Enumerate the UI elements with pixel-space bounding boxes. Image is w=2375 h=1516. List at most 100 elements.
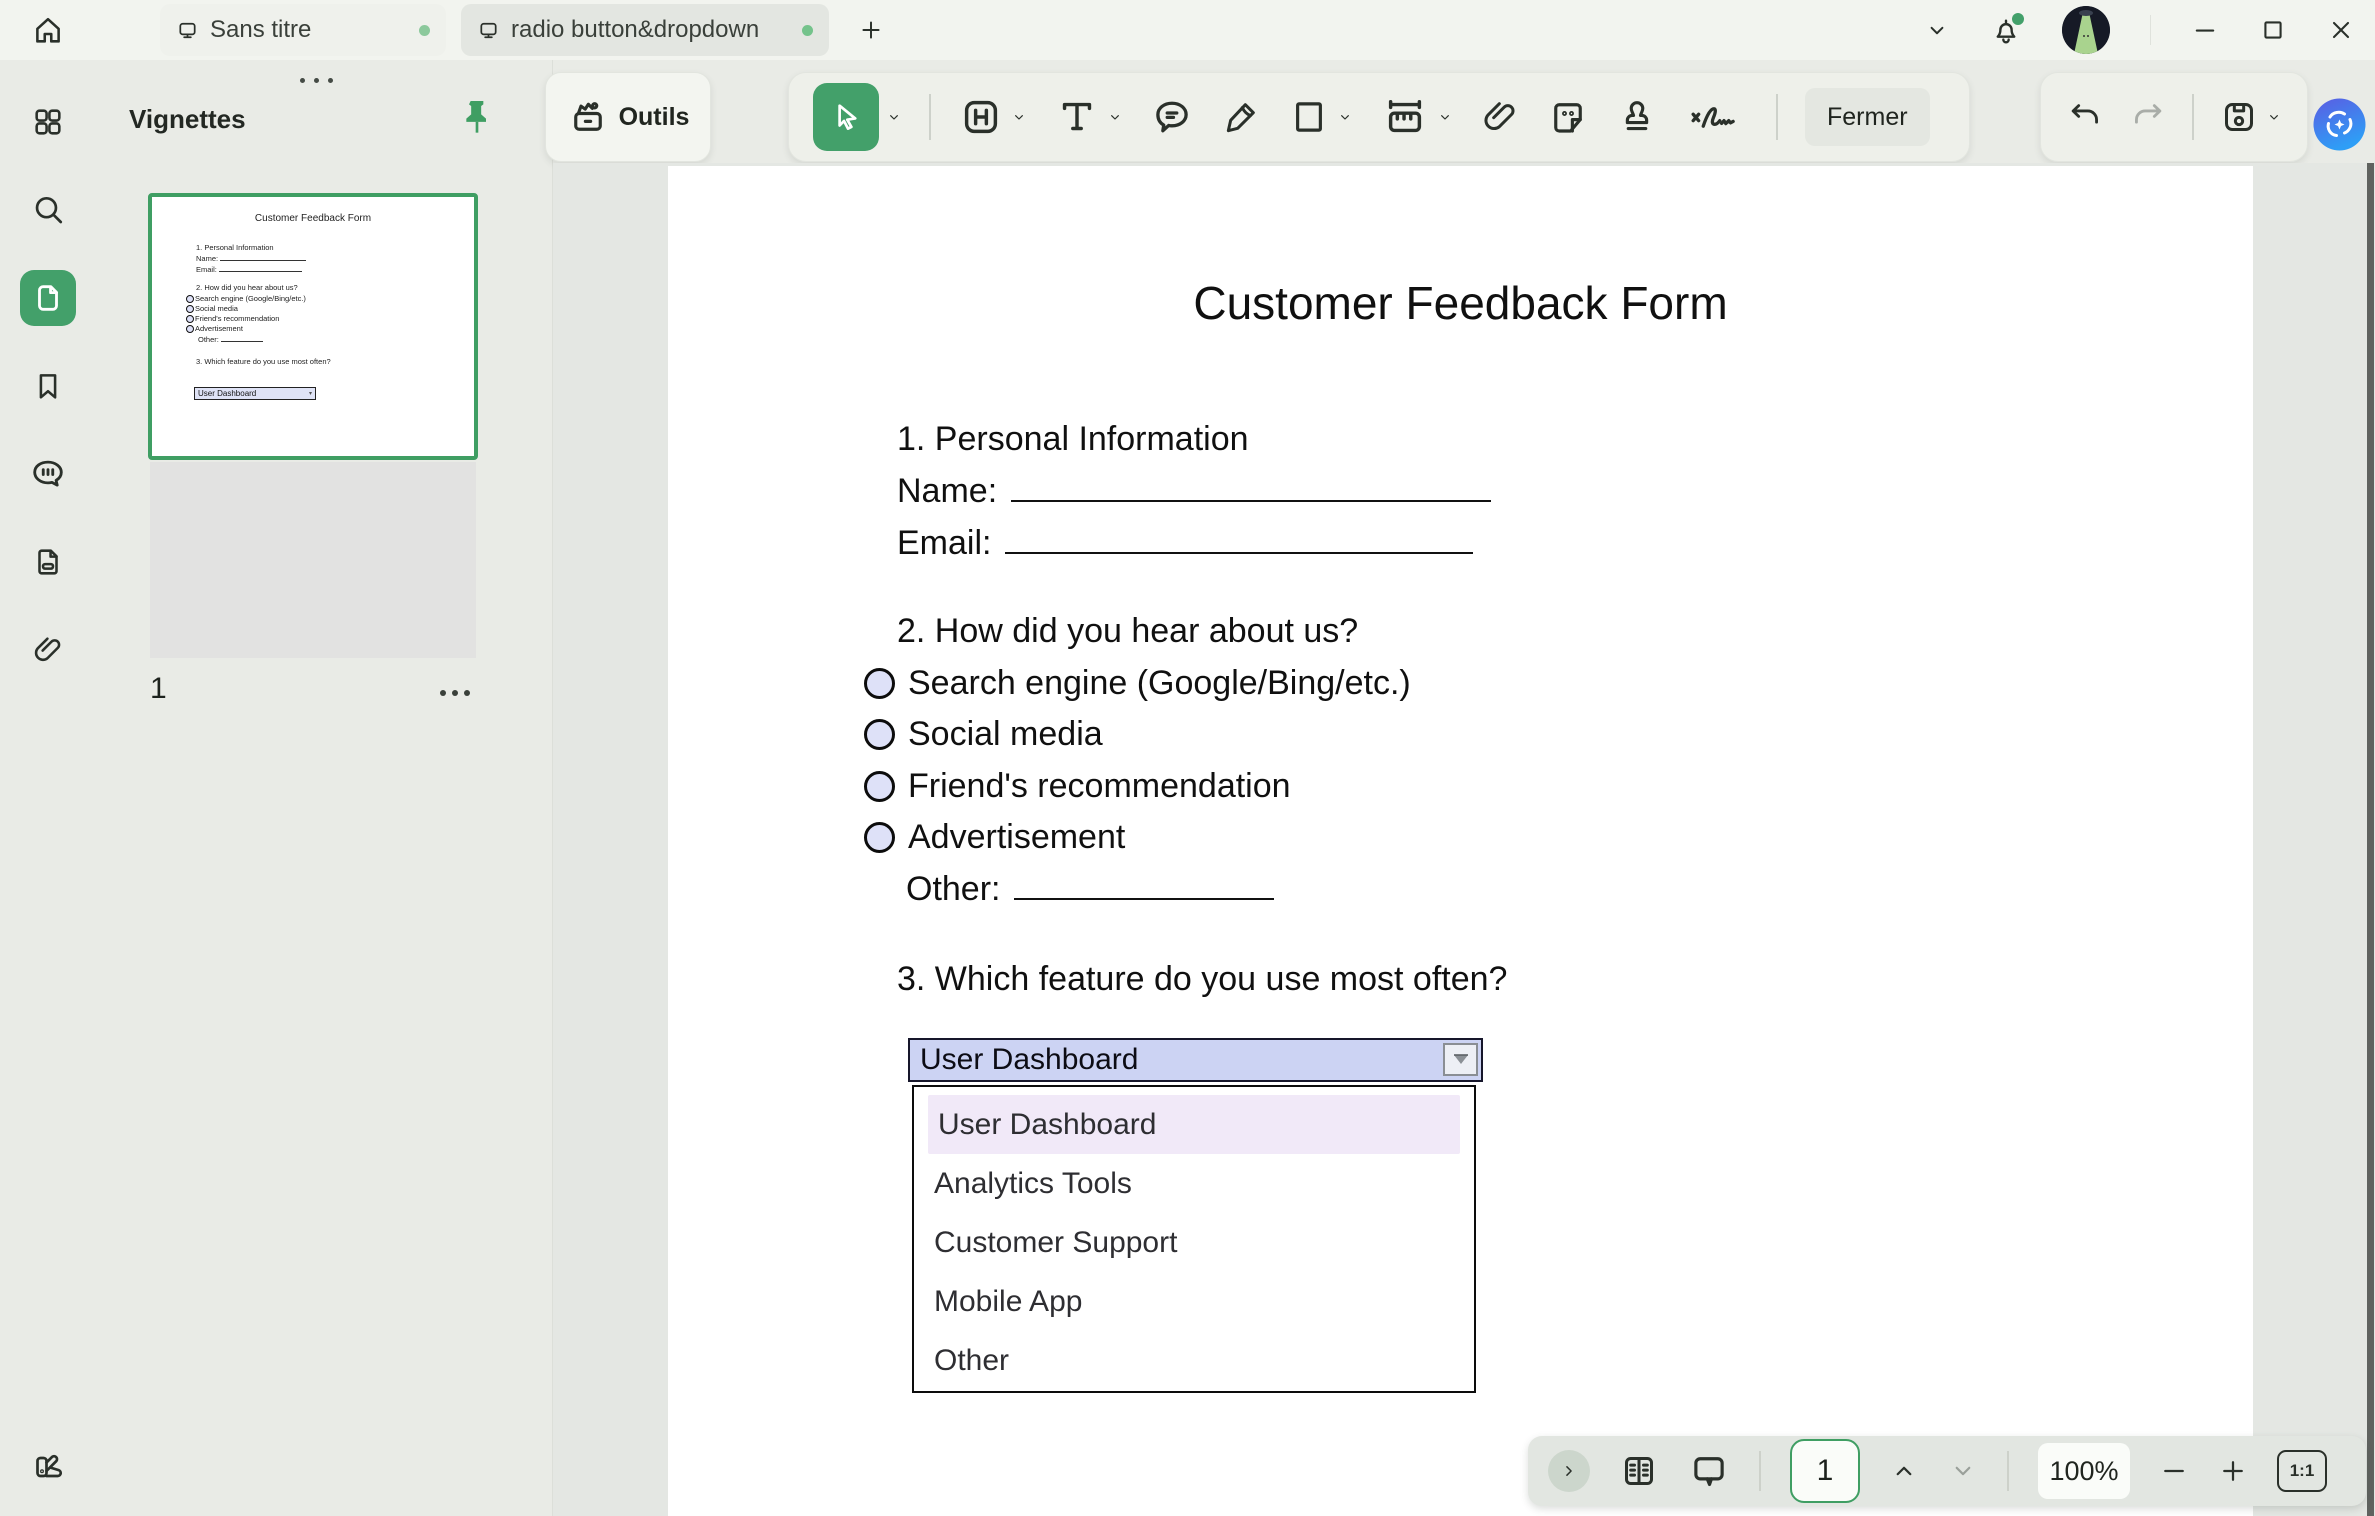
rail-item-apps[interactable]	[20, 94, 76, 150]
stamp-tool[interactable]	[1616, 96, 1658, 138]
dropdown-option[interactable]: Other	[914, 1331, 1474, 1390]
close-button[interactable]	[2327, 16, 2355, 44]
avatar[interactable]	[2062, 6, 2110, 54]
zoom-level-button[interactable]: 100%	[2038, 1443, 2130, 1499]
document-viewport: Customer Feedback Form 1. Personal Infor…	[553, 163, 2375, 1516]
presenter-button[interactable]	[1688, 1450, 1730, 1492]
signature-icon	[1685, 95, 1749, 139]
status-bar: 1 100% 1:1	[1528, 1436, 2366, 1506]
select-cursor-icon	[829, 100, 863, 134]
pen-tool[interactable]	[1221, 97, 1261, 137]
radio-search-engine[interactable]	[864, 668, 895, 699]
dropdown-option[interactable]: Analytics Tools	[914, 1154, 1474, 1213]
dropdown-option[interactable]: Customer Support	[914, 1213, 1474, 1272]
rail-item-pages[interactable]	[20, 534, 76, 590]
feature-dropdown-arrow-button[interactable]	[1443, 1043, 1478, 1076]
pin-icon	[457, 96, 497, 146]
ai-assistant-button[interactable]	[2312, 97, 2367, 152]
radio-friends-recommendation[interactable]	[864, 771, 895, 802]
radio-advertisement[interactable]	[864, 822, 895, 853]
statusbar-divider	[1759, 1451, 1761, 1491]
heading-icon	[958, 94, 1004, 140]
new-tab-button[interactable]	[851, 10, 891, 50]
vertical-scrollbar[interactable]	[2367, 163, 2374, 1516]
pen-icon	[1221, 97, 1261, 137]
zoom-out-button[interactable]	[2159, 1456, 2189, 1486]
other-field-line	[1014, 872, 1274, 900]
shape-tool[interactable]	[1288, 96, 1353, 138]
bookmark-icon	[31, 369, 65, 403]
home-button[interactable]	[26, 8, 70, 52]
toolbar-divider	[1776, 94, 1778, 140]
reading-view-icon	[1619, 1451, 1659, 1491]
reading-view-button[interactable]	[1619, 1451, 1659, 1491]
previous-page-button[interactable]	[1889, 1456, 1919, 1486]
radio-social-media[interactable]	[864, 719, 895, 750]
text-tool[interactable]	[1054, 94, 1123, 140]
app-window: Sans titre radio button&dropdown	[0, 0, 2375, 1516]
radio-label: Advertisement	[908, 818, 1125, 857]
tab-radio-button-dropdown[interactable]: radio button&dropdown	[461, 4, 829, 56]
page-file-icon	[31, 545, 65, 579]
dropdown-option-selected[interactable]: User Dashboard	[928, 1095, 1460, 1154]
heading-tool[interactable]	[958, 94, 1027, 140]
rail-item-thumbnails[interactable]	[20, 270, 76, 326]
notification-dot	[2012, 13, 2024, 25]
stamp-icon	[1616, 96, 1658, 138]
radio-label: Friend's recommendation	[908, 767, 1291, 806]
email-field-line	[1005, 526, 1473, 554]
attach-tool[interactable]	[1480, 97, 1520, 137]
rail-item-attachments[interactable]	[20, 622, 76, 678]
save-button[interactable]	[2219, 97, 2282, 137]
expand-statusbar-button[interactable]	[1548, 1450, 1590, 1492]
toolbar-divider	[2192, 94, 2194, 140]
color-swatches-icon	[30, 1446, 66, 1482]
home-icon	[31, 13, 65, 47]
next-page-button[interactable]	[1948, 1456, 1978, 1486]
rail-item-design[interactable]	[20, 1436, 76, 1492]
rail-item-bookmarks[interactable]	[20, 358, 76, 414]
tools-button[interactable]: Outils	[545, 72, 711, 162]
signature-tool[interactable]	[1685, 95, 1749, 139]
pin-panel-button[interactable]	[457, 96, 501, 148]
chevron-down-icon	[1948, 1456, 1978, 1486]
ai-assistant-icon	[2312, 97, 2367, 152]
page-thumbnail[interactable]: Customer Feedback Form 1. Personal Infor…	[148, 193, 478, 460]
tab-sans-titre[interactable]: Sans titre	[160, 4, 446, 56]
new-tab-plus-icon	[858, 17, 884, 43]
actual-size-button[interactable]: 1:1	[2277, 1450, 2327, 1492]
tabs-overflow-button[interactable]	[1924, 17, 1950, 43]
dropdown-option[interactable]: Mobile App	[914, 1272, 1474, 1331]
close-annotation-button[interactable]: Fermer	[1805, 88, 1930, 146]
feature-dropdown[interactable]: User Dashboard	[908, 1038, 1483, 1082]
q1-name-row: Name:	[897, 472, 1491, 511]
page-number-input[interactable]: 1	[1790, 1439, 1860, 1503]
select-tool[interactable]	[813, 83, 902, 151]
history-save-toolbar	[2040, 72, 2308, 162]
minimize-button[interactable]	[2191, 16, 2219, 44]
panel-drag-handle[interactable]	[300, 78, 333, 83]
maximize-button[interactable]	[2259, 16, 2287, 44]
chevron-down-icon	[1337, 109, 1353, 125]
chevron-down-icon	[2266, 109, 2282, 125]
save-icon	[2219, 97, 2259, 137]
rail-item-search[interactable]	[20, 182, 76, 238]
feature-dropdown-list: User Dashboard Analytics Tools Customer …	[912, 1085, 1476, 1393]
zoom-in-button[interactable]	[2218, 1456, 2248, 1486]
apps-grid-icon	[31, 105, 65, 139]
measure-tool[interactable]	[1380, 94, 1453, 140]
tools-button-label: Outils	[619, 103, 690, 132]
sticker-tool[interactable]	[1547, 96, 1589, 138]
notifications-button[interactable]	[1990, 14, 2022, 46]
maximize-icon	[2259, 16, 2287, 44]
comments-icon	[29, 455, 67, 493]
q1-email-row: Email:	[897, 524, 1473, 563]
redo-button[interactable]	[2129, 98, 2167, 136]
document-title: Customer Feedback Form	[668, 276, 2253, 330]
undo-button[interactable]	[2066, 98, 2104, 136]
comment-tool[interactable]	[1150, 95, 1194, 139]
zoom-level-value: 100%	[2049, 1456, 2118, 1487]
chevron-down-icon	[1107, 109, 1123, 125]
thumbnail-more-button[interactable]	[440, 690, 470, 696]
rail-item-comments[interactable]	[20, 446, 76, 502]
